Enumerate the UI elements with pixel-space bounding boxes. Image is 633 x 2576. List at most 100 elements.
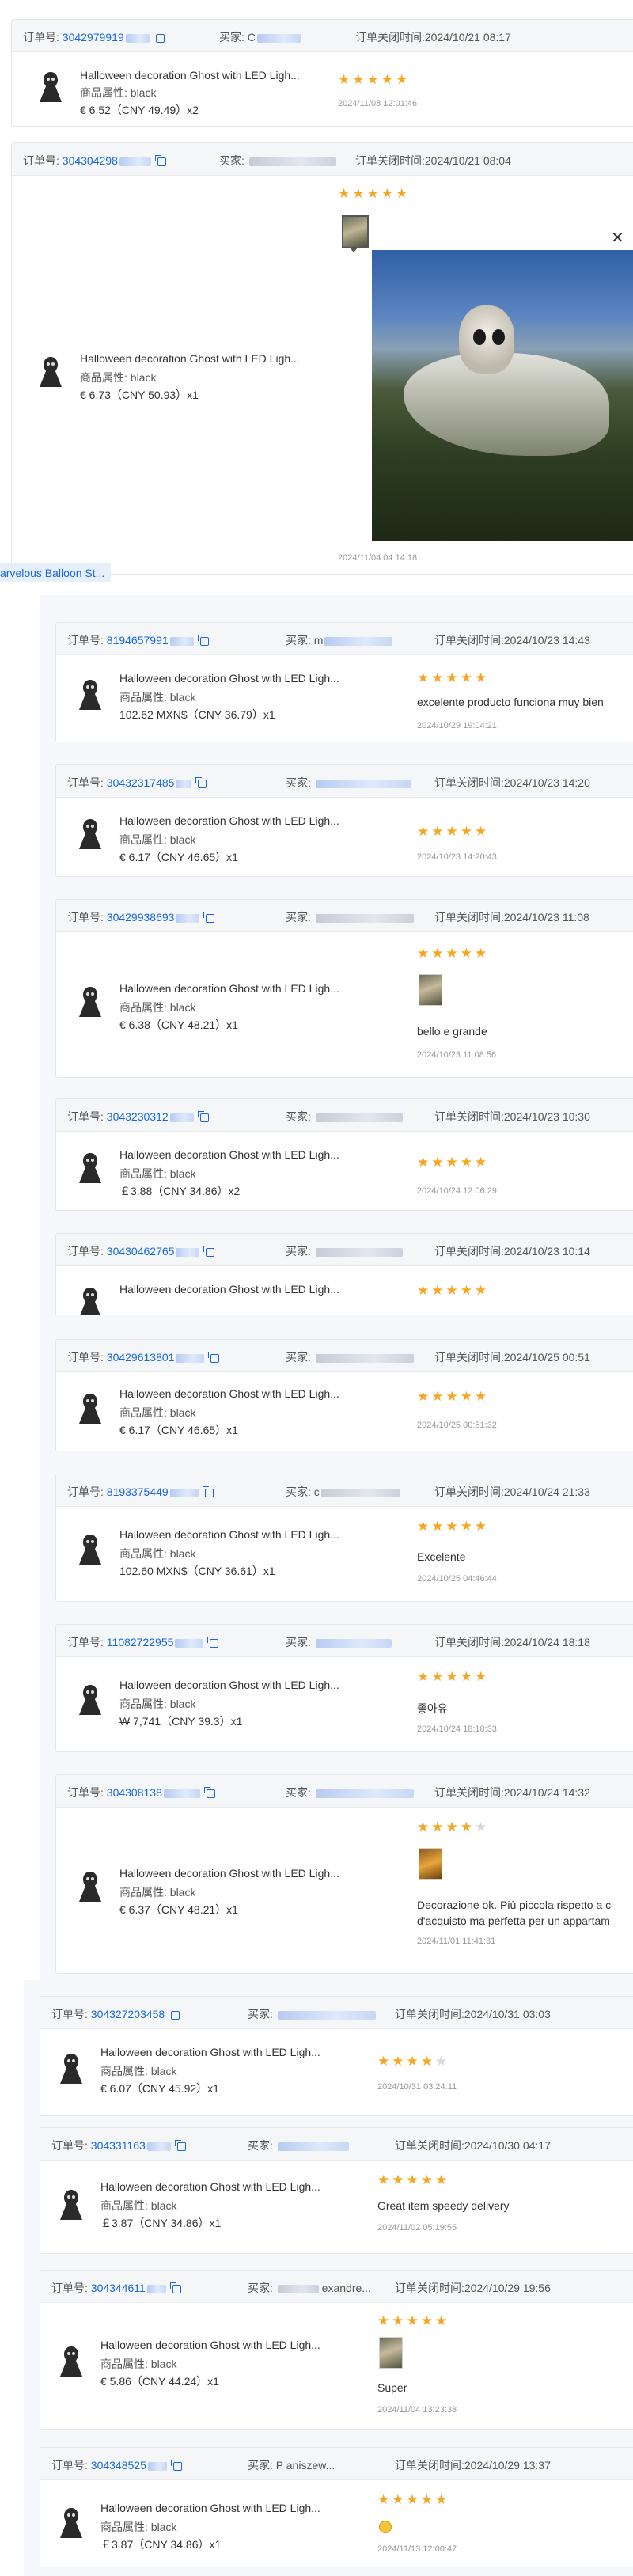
copy-icon[interactable] xyxy=(169,2008,180,2020)
order-no-label: 订单号: xyxy=(67,776,104,789)
order-id[interactable]: 8193375449 xyxy=(107,1485,169,1498)
review-date: 2024/10/23 11:08:56 xyxy=(417,1050,497,1060)
product-thumbnail[interactable] xyxy=(74,1867,107,1905)
order-header: 订单号: 304348525 买家: P aniszew... 订单关闭时间:2… xyxy=(40,2448,633,2480)
order-card: 订单号: 304331163 买家: 订单关闭时间:2024/10/30 04:… xyxy=(40,2127,633,2254)
order-id[interactable]: 8194657991 xyxy=(107,634,169,647)
review-image[interactable] xyxy=(379,2337,403,2369)
review-date: 2024/10/25 04:46:44 xyxy=(417,1574,497,1584)
close-time: 2024/10/21 08:17 xyxy=(424,31,511,44)
product-title[interactable]: Halloween decoration Ghost with LED Ligh… xyxy=(119,814,339,827)
attr-label: 商品属性: xyxy=(119,691,167,704)
copy-icon[interactable] xyxy=(207,1636,219,1648)
floating-product-tag[interactable]: arvelous Balloon St... xyxy=(0,563,112,582)
product-title[interactable]: Halloween decoration Ghost with LED Ligh… xyxy=(119,982,339,995)
buyer-label: 买家: xyxy=(286,1110,311,1123)
order-id[interactable]: 304304298 xyxy=(63,154,118,167)
copy-icon[interactable] xyxy=(203,1786,215,1798)
attr-value: black xyxy=(150,2358,177,2370)
product-title[interactable]: Halloween decoration Ghost with LED Ligh… xyxy=(80,69,300,82)
product-thumbnail[interactable] xyxy=(74,1148,107,1186)
copy-icon[interactable] xyxy=(203,911,215,923)
product-title[interactable]: Halloween decoration Ghost with LED Ligh… xyxy=(119,672,339,685)
review-date: 2024/10/29 19:04:21 xyxy=(417,721,497,730)
order-id[interactable]: 304344611 xyxy=(91,2282,146,2294)
attr-value: black xyxy=(169,1886,196,1899)
close-time-label: 订单关闭时间: xyxy=(434,911,504,924)
order-id[interactable]: 30432317485 xyxy=(107,776,175,789)
attr-value: black xyxy=(169,833,196,846)
order-id[interactable]: 30430462765 xyxy=(107,1245,175,1258)
copy-icon[interactable] xyxy=(197,1110,209,1122)
copy-icon[interactable] xyxy=(170,2459,182,2471)
attr-value: black xyxy=(169,1547,196,1560)
redacted-text xyxy=(277,2284,319,2293)
redacted-text xyxy=(146,2284,166,2293)
close-time-label: 订单关闭时间: xyxy=(434,1786,504,1799)
product-thumbnail[interactable] xyxy=(74,1680,107,1718)
review-date: 2024/10/25 00:51:32 xyxy=(417,1421,497,1430)
copy-icon[interactable] xyxy=(197,634,209,646)
attr-value: black xyxy=(130,371,157,384)
buyer-name: C xyxy=(247,31,256,44)
order-header: 订单号: 30429938693 买家: 订单关闭时间:2024/10/23 1… xyxy=(56,900,633,932)
product-thumbnail[interactable] xyxy=(55,2503,88,2541)
product-title[interactable]: Halloween decoration Ghost with LED Ligh… xyxy=(119,1283,339,1296)
redacted-text xyxy=(248,157,336,166)
product-title[interactable]: Halloween decoration Ghost with LED Ligh… xyxy=(119,1867,339,1880)
copy-icon[interactable] xyxy=(195,776,207,788)
order-id[interactable]: 30429613801 xyxy=(107,1351,175,1364)
order-id[interactable]: 30429938693 xyxy=(107,911,175,924)
copy-icon[interactable] xyxy=(174,2139,186,2151)
copy-icon[interactable] xyxy=(208,1351,220,1363)
product-title[interactable]: Halloween decoration Ghost with LED Ligh… xyxy=(100,2180,320,2193)
copy-icon[interactable] xyxy=(203,1245,215,1257)
order-id[interactable]: 304327203458 xyxy=(91,2008,165,2020)
product-title[interactable]: Halloween decoration Ghost with LED Ligh… xyxy=(119,1528,339,1541)
copy-icon[interactable] xyxy=(169,2282,181,2293)
product-title[interactable]: Halloween decoration Ghost with LED Ligh… xyxy=(119,1148,339,1161)
product-thumbnail[interactable] xyxy=(55,2185,88,2223)
product-thumbnail[interactable] xyxy=(74,1530,107,1568)
product-price: 102.60 MXN$（CNY 36.61）x1 xyxy=(119,1565,275,1577)
product-thumbnail[interactable] xyxy=(74,675,107,713)
product-thumbnail[interactable] xyxy=(74,1389,107,1427)
product-title[interactable]: Halloween decoration Ghost with LED Ligh… xyxy=(119,1387,339,1400)
copy-icon[interactable] xyxy=(153,31,165,43)
order-id[interactable]: 11082722955 xyxy=(107,1636,174,1648)
order-no-label: 订单号: xyxy=(67,1786,104,1799)
close-time-label: 订单关闭时间: xyxy=(395,2282,464,2294)
redacted-text xyxy=(169,636,194,646)
product-title[interactable]: Halloween decoration Ghost with LED Ligh… xyxy=(80,352,300,365)
attr-label: 商品属性: xyxy=(100,2358,148,2370)
product-title[interactable]: Halloween decoration Ghost with LED Ligh… xyxy=(100,2046,320,2058)
copy-icon[interactable] xyxy=(202,1485,214,1497)
order-id[interactable]: 3042979919 xyxy=(63,31,124,44)
product-thumbnail[interactable] xyxy=(74,1283,107,1315)
order-id[interactable]: 304348525 xyxy=(91,2459,146,2472)
review-image[interactable] xyxy=(419,1848,442,1880)
product-thumbnail[interactable] xyxy=(74,814,107,852)
order-id[interactable]: 304308138 xyxy=(107,1786,162,1799)
close-time-label: 订单关闭时间: xyxy=(434,1485,504,1498)
product-thumbnail[interactable] xyxy=(34,67,67,105)
product-thumbnail[interactable] xyxy=(34,352,67,390)
review-image-thumbnail[interactable] xyxy=(342,215,369,248)
attr-label: 商品属性: xyxy=(119,1547,167,1560)
product-thumbnail[interactable] xyxy=(55,2342,88,2380)
copy-icon[interactable] xyxy=(154,154,166,166)
review-image[interactable] xyxy=(419,974,442,1006)
product-title[interactable]: Halloween decoration Ghost with LED Ligh… xyxy=(100,2339,320,2351)
order-id[interactable]: 304331163 xyxy=(91,2139,146,2152)
close-time-label: 订单关闭时间: xyxy=(355,154,425,167)
attr-label: 商品属性: xyxy=(119,1406,167,1419)
product-thumbnail[interactable] xyxy=(55,2049,88,2087)
product-title[interactable]: Halloween decoration Ghost with LED Ligh… xyxy=(100,2502,320,2514)
product-thumbnail[interactable] xyxy=(74,982,107,1020)
product-title[interactable]: Halloween decoration Ghost with LED Ligh… xyxy=(119,1679,339,1691)
close-time-label: 订单关闭时间: xyxy=(395,2459,464,2472)
close-time-label: 订单关闭时间: xyxy=(434,776,504,789)
close-icon[interactable]: ✕ xyxy=(611,228,624,248)
attr-value: black xyxy=(169,1167,196,1180)
order-id[interactable]: 3043230312 xyxy=(107,1110,169,1123)
